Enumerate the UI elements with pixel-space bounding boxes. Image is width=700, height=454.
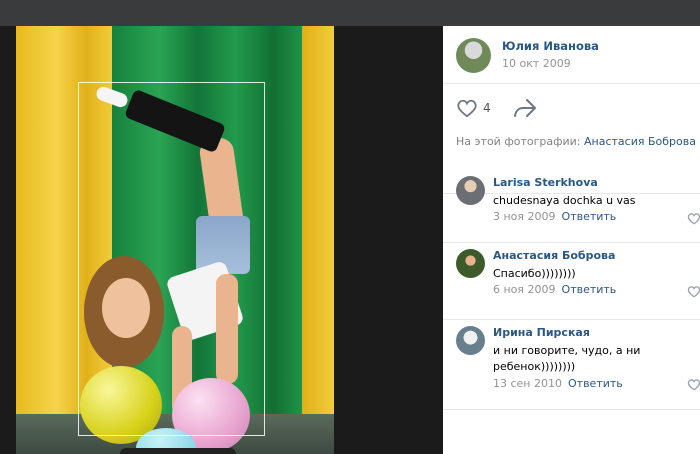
photo-viewer[interactable]: [0, 26, 443, 454]
author-name[interactable]: Юлия Иванова: [502, 39, 599, 53]
share-arrow-icon[interactable]: [513, 98, 537, 118]
author-avatar[interactable]: [456, 38, 491, 73]
comment-item: Анастасия Боброва Спасибо)))))))) 6 ноя …: [443, 243, 700, 320]
comment-date[interactable]: 6 ноя 2009: [493, 283, 556, 296]
comment-author[interactable]: Анастасия Боброва: [493, 249, 615, 262]
tagged-people: На этой фотографии: Анастасия Боброва: [456, 135, 696, 148]
comment-author[interactable]: Ирина Пирская: [493, 326, 590, 339]
tagged-person-link[interactable]: Анастасия Боброва: [584, 135, 696, 148]
top-bar: [0, 0, 700, 26]
comment-item: Ирина Пирская и ни говорите, чудо, а ни …: [443, 320, 700, 410]
reply-button[interactable]: Ответить: [562, 283, 617, 296]
comment-text: Спасибо)))))))): [493, 267, 576, 280]
comment-date[interactable]: 13 сен 2010: [493, 377, 562, 390]
comment-avatar[interactable]: [456, 176, 485, 205]
comment-item: Larisa Sterkhova chudesnaya dochka u vas…: [443, 170, 700, 243]
reply-button[interactable]: Ответить: [568, 377, 623, 390]
comment-avatar[interactable]: [456, 326, 485, 355]
side-panel: Юлия Иванова 10 окт 2009 4 На этой фотог…: [443, 26, 700, 454]
comment-author[interactable]: Larisa Sterkhova: [493, 176, 598, 189]
photo-tag-frame[interactable]: [78, 82, 265, 436]
photo[interactable]: [16, 26, 334, 454]
heart-icon[interactable]: [456, 98, 478, 118]
post-date[interactable]: 10 окт 2009: [502, 57, 571, 70]
photo-curtain-yellow-right: [302, 26, 334, 418]
comment-like-heart-icon[interactable]: [687, 378, 700, 391]
comment-avatar[interactable]: [456, 249, 485, 278]
like-count: 4: [483, 101, 491, 115]
comment-meta: 6 ноя 2009 Ответить: [493, 283, 616, 296]
comment-text: и ни говорите, чудо, а ни ребенок)))))))…: [493, 344, 641, 373]
comment-meta: 3 ноя 2009 Ответить: [493, 210, 616, 223]
comment-text: chudesnaya dochka u vas: [493, 194, 636, 207]
reply-button[interactable]: Ответить: [562, 210, 617, 223]
tagged-label: На этой фотографии:: [456, 135, 581, 148]
photo-caption-overlay: [120, 448, 236, 454]
comment-date[interactable]: 3 ноя 2009: [493, 210, 556, 223]
author-block: Юлия Иванова 10 окт 2009: [443, 26, 700, 84]
comment-like-heart-icon[interactable]: [687, 285, 700, 298]
comment-like-heart-icon[interactable]: [687, 212, 700, 225]
comment-meta: 13 сен 2010 Ответить: [493, 377, 623, 390]
